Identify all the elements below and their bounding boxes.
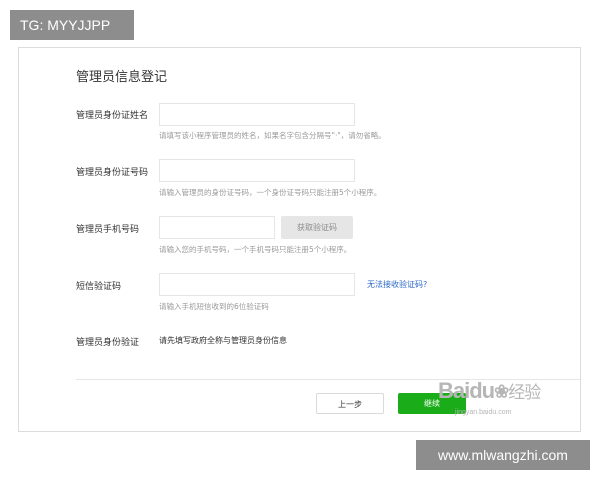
get-code-button[interactable]: 获取验证码 [281,216,353,239]
sms-code-label: 短信验证码 [76,282,122,292]
baidu-jingyan-watermark: Baidu❀经验 [438,378,541,404]
id-number-hint: 请输入管理员的身份证号码，一个身份证号码只能注册5个小程序。 [159,188,382,197]
watermark-brand: Baidu [438,378,495,403]
cannot-receive-code-link[interactable]: 无法接收验证码? [367,279,427,290]
admin-info-form-card: 管理员信息登记 管理员身份证姓名 请填写该小程序管理员的姓名，如果名字包含分隔号… [18,47,581,432]
prev-step-button[interactable]: 上一步 [316,393,384,414]
id-number-label: 管理员身份证号码 [76,168,149,178]
paw-icon: ❀ [494,381,509,402]
phone-hint: 请输入您的手机号码，一个手机号码只能注册5个小程序。 [159,245,352,254]
sms-code-hint: 请输入手机短信收到的6位验证码 [159,302,269,311]
identity-verify-text: 请先填写政府全称与管理员身份信息 [159,336,287,345]
site-url-overlay: www.mlwangzhi.com [416,440,590,470]
phone-input[interactable] [159,216,275,239]
id-name-label: 管理员身份证姓名 [76,111,149,121]
id-name-hint: 请填写该小程序管理员的姓名，如果名字包含分隔号"·"，请勿省略。 [159,131,386,140]
watermark-url: jingyan.baidu.com [455,409,512,416]
id-name-input[interactable] [159,103,355,126]
sms-code-input[interactable] [159,273,355,296]
identity-verify-label: 管理员身份验证 [76,338,140,348]
phone-label: 管理员手机号码 [76,225,140,235]
page-title: 管理员信息登记 [76,70,168,85]
tg-overlay-label: TG: MYYJJPP [10,10,134,40]
watermark-product: 经验 [508,383,541,402]
id-number-input[interactable] [159,159,355,182]
